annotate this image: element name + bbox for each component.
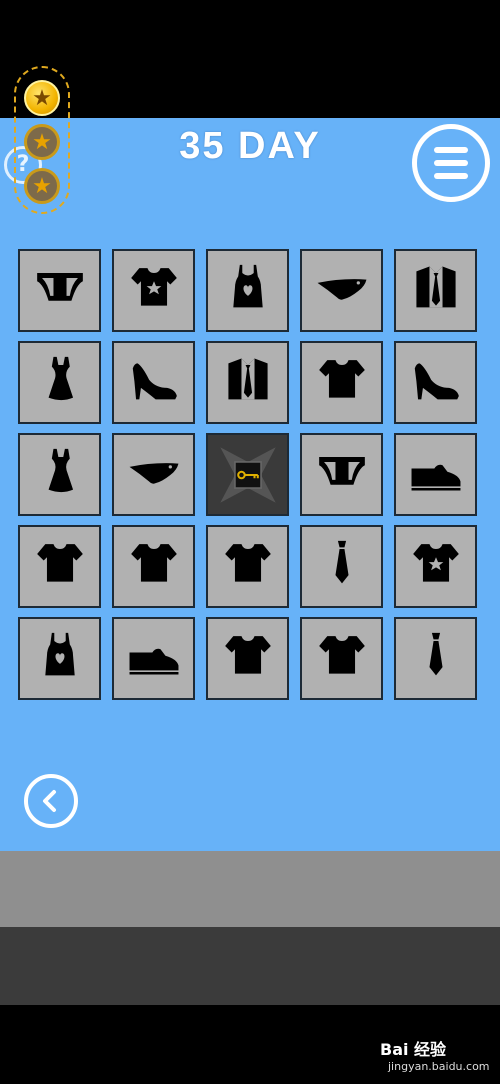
star-icon: ★: [24, 168, 60, 204]
tile-shirt-and-tie[interactable]: [206, 341, 289, 424]
star-tshirt-icon: [130, 267, 177, 306]
tile-heart-tank-top[interactable]: [18, 617, 101, 700]
clothing-grid: [18, 249, 477, 700]
tshirt-icon: [224, 543, 271, 582]
star-rating: ★ ★ ★: [14, 66, 70, 214]
heart-tank-top-icon: [44, 632, 75, 675]
tile-dress[interactable]: [18, 341, 101, 424]
tile-star-tshirt[interactable]: [394, 525, 477, 608]
back-button[interactable]: [24, 774, 78, 828]
tile-briefs[interactable]: [18, 249, 101, 332]
dress-icon: [48, 356, 73, 400]
tshirt-icon: [224, 635, 271, 674]
menu-button[interactable]: [412, 124, 490, 202]
tile-briefs[interactable]: [300, 433, 383, 516]
top-bar: [0, 0, 500, 118]
star-icon: ★: [24, 80, 60, 116]
tile-tshirt[interactable]: [300, 617, 383, 700]
hamburger-line: [434, 147, 468, 153]
tile-key-box[interactable]: [206, 433, 289, 516]
tshirt-icon: [36, 543, 83, 582]
tile-panties[interactable]: [112, 433, 195, 516]
star-icon: ★: [24, 124, 60, 160]
tile-dress[interactable]: [18, 433, 101, 516]
heart-tank-top-icon: [232, 264, 263, 307]
necktie-icon: [428, 632, 443, 675]
bottom-band-dark: [0, 927, 500, 1005]
briefs-icon: [318, 456, 365, 485]
dress-icon: [48, 448, 73, 492]
tile-tshirt[interactable]: [206, 617, 289, 700]
shirt-and-tie-icon: [227, 358, 268, 399]
briefs-icon: [36, 272, 83, 301]
watermark-brand: Bai 经验: [380, 1040, 447, 1059]
tshirt-icon: [318, 359, 365, 398]
day-title: 35 DAY: [179, 125, 321, 167]
tshirt-icon: [318, 635, 365, 674]
high-heel-icon: [414, 362, 459, 399]
hamburger-line: [434, 160, 468, 166]
bottom-band: [0, 851, 500, 927]
chevron-left-icon: [43, 790, 56, 812]
tshirt-icon: [130, 543, 177, 582]
tile-dress-shoe[interactable]: [394, 433, 477, 516]
tile-tshirt[interactable]: [18, 525, 101, 608]
tile-high-heel[interactable]: [112, 341, 195, 424]
tile-panties[interactable]: [300, 249, 383, 332]
watermark-url: jingyan.baidu.com: [388, 1060, 490, 1073]
dress-shoe-icon: [411, 464, 460, 490]
tile-shirt-and-tie[interactable]: [394, 249, 477, 332]
tile-dress-shoe[interactable]: [112, 617, 195, 700]
necktie-icon: [334, 540, 349, 583]
shirt-and-tie-icon: [415, 266, 456, 307]
tile-heart-tank-top[interactable]: [206, 249, 289, 332]
panties-icon: [129, 462, 178, 484]
panties-icon: [317, 278, 366, 300]
tile-high-heel[interactable]: [394, 341, 477, 424]
tile-necktie[interactable]: [394, 617, 477, 700]
key-box-icon: [219, 446, 276, 503]
tile-star-tshirt[interactable]: [112, 249, 195, 332]
hamburger-line: [434, 173, 468, 179]
tile-tshirt[interactable]: [206, 525, 289, 608]
tile-tshirt[interactable]: [112, 525, 195, 608]
dress-shoe-icon: [129, 648, 178, 674]
tile-tshirt[interactable]: [300, 341, 383, 424]
star-tshirt-icon: [412, 543, 459, 582]
tile-necktie[interactable]: [300, 525, 383, 608]
high-heel-icon: [132, 362, 177, 399]
